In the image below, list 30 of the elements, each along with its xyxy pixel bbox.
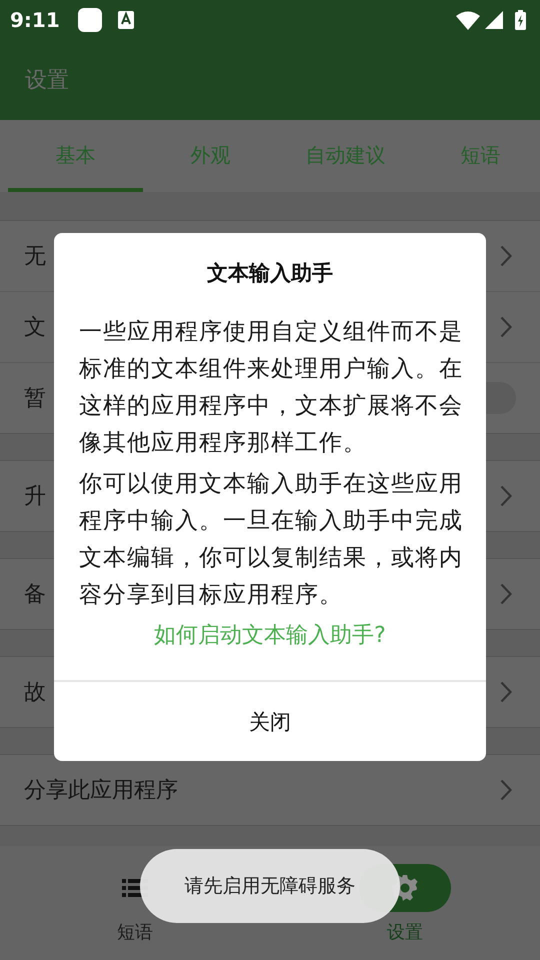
chevron-right-icon [500,681,512,703]
wifi-icon [456,10,480,30]
signal-icon [485,11,503,29]
keyboard-icon [118,11,134,29]
tab[interactable]: 自动建议 [278,120,413,192]
app-icon [78,8,102,32]
tab[interactable]: 外观 [143,120,278,192]
chevron-right-icon [500,485,512,507]
tab[interactable]: 短语 [413,120,540,192]
chevron-right-icon [500,583,512,605]
chevron-right-icon [500,779,512,801]
row-label: 暂 [24,385,46,413]
chevron-right-icon [500,316,512,338]
dialog-title: 文本输入助手 [206,260,334,287]
help-link[interactable]: 如何启动文本输入助手? [154,621,386,651]
row-label: 分享此应用程序 [24,777,178,805]
row-label: 无 [24,243,46,271]
chevron-right-icon [500,245,512,267]
row-label: 文 [24,314,46,342]
row-label: 故 [24,679,46,707]
row-label: 备 [24,581,46,609]
service-toast: 请先启用无障碍服务 [140,849,400,923]
dialog-paragraph: 一些应用程序使用自定义组件而不是标准的文本组件来处理用户输入。在这样的应用程序中，文本扩展将不会像其他应用程序那样工作。 [79,318,464,458]
app-title: 设置 [25,67,69,95]
row-label: 升 [24,483,46,511]
clock-time: 9:11 [10,8,60,32]
close-button[interactable]: 关闭 [54,680,486,761]
settings-row[interactable]: 分享此应用程序 [0,755,540,825]
battery-icon [515,10,526,30]
dialog-paragraph: 你可以使用文本输入助手在这些应用程序中输入。一旦在输入助手中完成文本编辑，你可以复制结果，或将内容分享到目标应用程序。 [79,470,464,610]
